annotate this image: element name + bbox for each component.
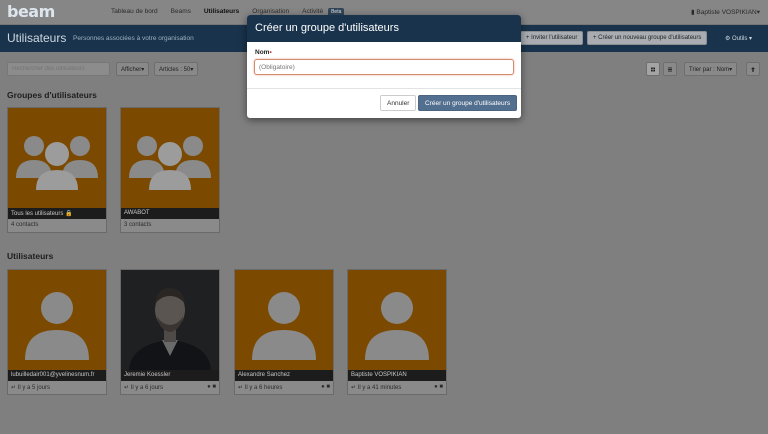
sort-direction-button[interactable] [746,62,760,76]
grid-icon [651,67,655,71]
last-login: ↵ Il y a 41 minutes [351,385,402,391]
nav-users[interactable]: Utilisateurs [204,8,239,16]
group-card[interactable]: AWABOT 3 contacts [120,107,220,233]
sort-button[interactable]: Trier par : Nom▾ [684,62,738,76]
user-badges-icon: ● ■ [321,384,330,390]
group-contacts-count: 4 contacts [11,222,39,228]
group-name: AWABOT [121,208,219,219]
user-card[interactable]: Alexandre Sanchez ↵ Il y a 6 heures ● ■ [234,269,334,395]
user-name: Baptiste VOSPIKIAN [348,370,446,381]
search-input[interactable] [7,62,110,76]
user-card[interactable]: Jeremie Koessler ↵ Il y a 6 jours ● ■ [120,269,220,395]
items-per-page-button[interactable]: Articles : 50▾ [154,62,199,76]
list-icon [668,67,672,71]
group-avatar-icon [121,108,219,208]
new-group-button[interactable]: + Créer un nouveau groupe d'utilisateurs [587,31,708,45]
last-login: ↵ Il y a 5 jours [11,385,51,391]
nav-dashboard[interactable]: Tableau de bord [111,8,158,16]
page-subtitle: Personnes associées à votre organisation [73,35,194,42]
user-name: Alexandre Sanchez [235,370,333,381]
cancel-button[interactable]: Annuler [380,95,417,111]
user-name: Jeremie Koessler [121,370,219,381]
show-filter-button[interactable]: Afficher▾ [116,62,150,76]
users-section-title: Utilisateurs [7,251,54,261]
user-avatar-icon [348,270,446,370]
user-card[interactable]: Baptiste VOSPIKIAN ↵ Il y a 41 minutes ● … [347,269,447,395]
last-login: ↵ Il y a 6 heures [238,385,283,391]
grid-view-button[interactable] [646,62,660,76]
group-avatar-icon [8,108,106,208]
name-field-label: Nom [255,49,270,56]
user-photo [121,270,219,370]
create-group-modal: Créer un groupe d'utilisateurs Nom• Annu… [247,15,521,118]
arrow-up-icon [751,66,755,72]
group-name: Tous les utilisateurs 🔒 [8,208,106,219]
user-badges-icon: ● ■ [434,384,443,390]
user-name: lubuilledair001@yvelinesnum.fr [8,370,106,381]
user-avatar-icon [235,270,333,370]
nav-beams[interactable]: Beams [171,8,191,16]
page-title: Utilisateurs [7,31,67,45]
user-badges-icon: ● ■ [207,384,216,390]
invite-user-button[interactable]: + Inviter l'utilisateur [520,31,584,45]
group-name-input[interactable] [254,59,514,75]
list-view-button[interactable] [663,62,677,76]
group-card[interactable]: Tous les utilisateurs 🔒 4 contacts [7,107,107,233]
groups-section-title: Groupes d'utilisateurs [7,90,97,100]
required-marker: • [269,49,272,56]
modal-divider [247,88,521,89]
beam-logo[interactable]: beam [7,2,55,21]
user-avatar-icon [8,270,106,370]
tools-menu-button[interactable]: ⚙ Outils ▾ [720,31,757,45]
user-card[interactable]: lubuilledair001@yvelinesnum.fr ↵ Il y a … [7,269,107,395]
create-group-submit-button[interactable]: Créer un groupe d'utilisateurs [418,95,518,111]
last-login: ↵ Il y a 6 jours [124,385,164,391]
modal-title: Créer un groupe d'utilisateurs [247,15,521,42]
user-menu[interactable]: ▮ Baptiste VOSPIKIAN▾ [691,8,760,16]
group-contacts-count: 3 contacts [124,222,152,228]
